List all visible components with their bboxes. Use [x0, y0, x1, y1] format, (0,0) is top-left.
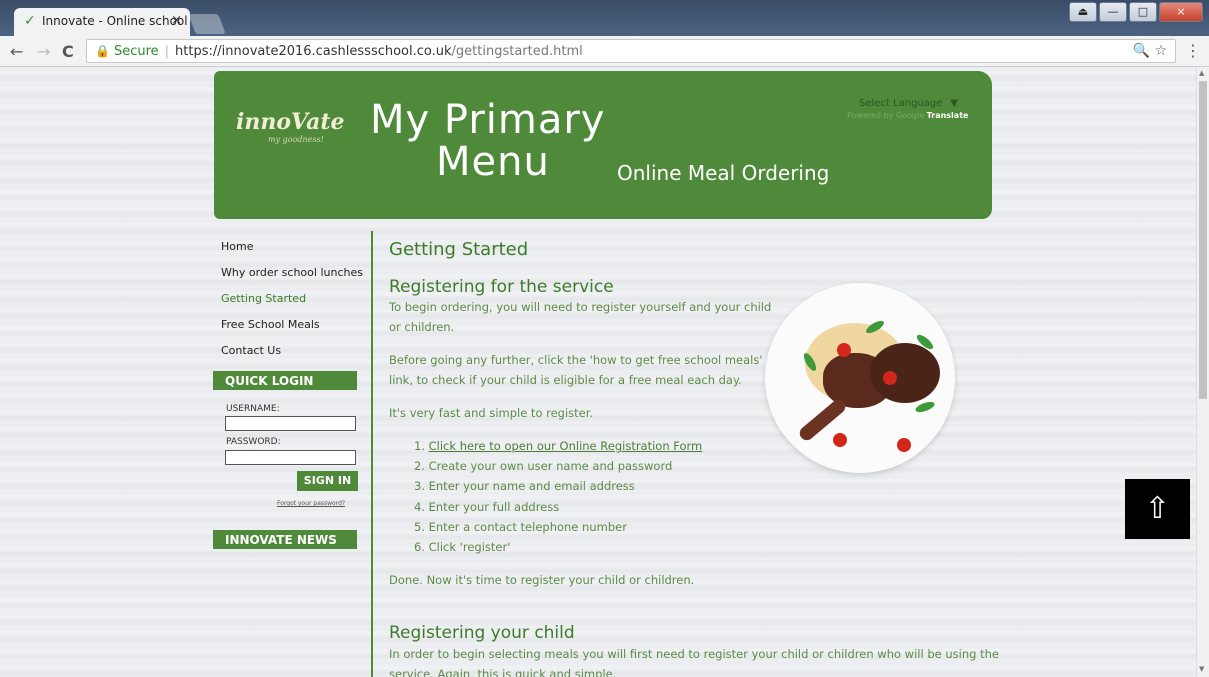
leaf-shape: [914, 399, 936, 415]
lock-icon: 🔒: [95, 44, 110, 58]
sign-in-button[interactable]: SIGN IN: [297, 471, 358, 491]
list-item: 5. Enter a contact telephone number: [414, 519, 627, 534]
address-bar[interactable]: 🔒 Secure | https://innovate2016.cashlesssch…: [86, 39, 1176, 63]
site-banner: innoVate my goodness! My Primary Menu On…: [214, 71, 992, 219]
innovate-news-heading: INNOVATE NEWS: [213, 530, 357, 549]
powered-by-text: Powered by Google: [847, 111, 925, 120]
translate-link[interactable]: Translate: [927, 111, 969, 120]
banner-subtitle: Online Meal Ordering: [617, 161, 830, 185]
forward-icon[interactable]: →: [37, 42, 50, 61]
list-item: 4. Enter your full address: [414, 499, 560, 514]
banner-title-line1: My Primary: [370, 97, 606, 143]
language-select[interactable]: Select Language ▼: [859, 98, 958, 109]
language-select-label: Select Language: [859, 98, 943, 109]
meal-photo: [765, 283, 955, 473]
url-path: /gettingstarted.html: [451, 44, 583, 59]
scroll-up-icon[interactable]: ▲: [1199, 69, 1204, 77]
url-host: https://innovate2016.cashlessschool.co.u…: [175, 44, 452, 59]
forgot-password-link[interactable]: Forgot your password?: [277, 500, 345, 507]
zoom-bookmark-icons[interactable]: 🔍 ☆: [1133, 40, 1167, 62]
chevron-down-icon: ▼: [950, 98, 959, 109]
step-number: 1.: [414, 439, 429, 453]
list-item: 6. Click 'register': [414, 540, 511, 555]
reload-icon[interactable]: C: [62, 42, 74, 61]
username-label: USERNAME:: [226, 404, 280, 414]
intro-paragraph-line1: To begin ordering, you will need to regi…: [389, 300, 772, 314]
scroll-down-icon[interactable]: ▼: [1199, 665, 1204, 673]
browser-tab[interactable]: ✓ Innovate - Online school ×: [14, 8, 190, 36]
innovate-logo[interactable]: innoVate: [236, 109, 345, 135]
tomato-shape: [837, 343, 851, 357]
section-heading-child: Registering your child: [389, 623, 575, 643]
secure-label: Secure: [113, 44, 159, 59]
browser-toolbar: ← → C 🔒 Secure | https://innovate2016.cashl…: [0, 36, 1209, 67]
registration-form-link[interactable]: Click here to open our Online Registrati…: [429, 439, 703, 453]
browser-menu-icon[interactable]: ⋮: [1185, 41, 1201, 60]
back-icon[interactable]: ←: [10, 42, 23, 61]
scroll-thumb[interactable]: [1199, 81, 1207, 399]
content-divider: [371, 231, 373, 677]
password-field[interactable]: [225, 450, 356, 465]
simple-paragraph: It's very fast and simple to register.: [389, 406, 594, 420]
nav-item-home[interactable]: Home: [221, 240, 363, 266]
tomato-shape: [833, 433, 847, 447]
window-controls: ⏏ — □ ×: [1069, 2, 1203, 22]
registration-steps: 1. Click here to open our Online Registr…: [414, 436, 702, 557]
child-paragraph-line2: service. Again, this is quick and simple…: [389, 667, 617, 677]
chicken-leg-shape: [870, 343, 940, 403]
logo-tagline: my goodness!: [268, 135, 324, 144]
nav-item-contact-us[interactable]: Contact Us: [221, 344, 363, 370]
browser-tabstrip: ✓ Innovate - Online school × ⏏ — □ ×: [0, 0, 1209, 36]
password-label: PASSWORD:: [226, 437, 281, 447]
window-minimize-button[interactable]: —: [1099, 2, 1127, 22]
list-item: 3. Enter your name and email address: [414, 479, 635, 494]
google-translate-credit[interactable]: Powered by Google Translate: [847, 111, 968, 120]
free-meals-paragraph-line2: link, to check if your child is eligible…: [389, 373, 742, 387]
list-item: 1. Click here to open our Online Registr…: [414, 436, 702, 456]
separator: |: [164, 44, 170, 59]
page-title: Getting Started: [389, 239, 529, 260]
banner-title-line2: Menu: [436, 139, 550, 185]
nav-item-getting-started[interactable]: Getting Started: [221, 292, 363, 318]
intro-paragraph-line2: or children.: [389, 320, 455, 334]
nav-item-free-school-meals[interactable]: Free School Meals: [221, 318, 363, 344]
section-heading-registering: Registering for the service: [389, 277, 614, 297]
new-tab-button[interactable]: [188, 14, 226, 34]
window-close-button[interactable]: ×: [1159, 2, 1203, 22]
page-scrollbar[interactable]: ▲ ▼: [1196, 67, 1209, 677]
child-paragraph-line1: In order to begin selecting meals you wi…: [389, 647, 999, 661]
username-field[interactable]: [225, 416, 356, 431]
tab-title: Innovate - Online school: [42, 14, 188, 28]
nav-item-why-order[interactable]: Why order school lunches: [221, 266, 363, 292]
tomato-shape: [883, 371, 897, 385]
favicon-icon: ✓: [24, 13, 36, 29]
page-viewport: innoVate my goodness! My Primary Menu On…: [0, 67, 1197, 677]
quick-login-heading: QUICK LOGIN: [213, 371, 357, 390]
window-maximize-button[interactable]: □: [1129, 2, 1157, 22]
done-paragraph: Done. Now it's time to register your chi…: [389, 573, 695, 587]
free-meals-paragraph-line1: Before going any further, click the 'how…: [389, 353, 763, 367]
back-to-top-icon[interactable]: ⇧: [1125, 479, 1190, 539]
left-nav: Home Why order school lunches Getting St…: [221, 240, 363, 370]
tomato-shape: [897, 438, 911, 452]
window-user-button[interactable]: ⏏: [1069, 2, 1097, 22]
list-item: 2. Create your own user name and passwor…: [414, 459, 673, 474]
tab-close-icon[interactable]: ×: [171, 13, 182, 28]
